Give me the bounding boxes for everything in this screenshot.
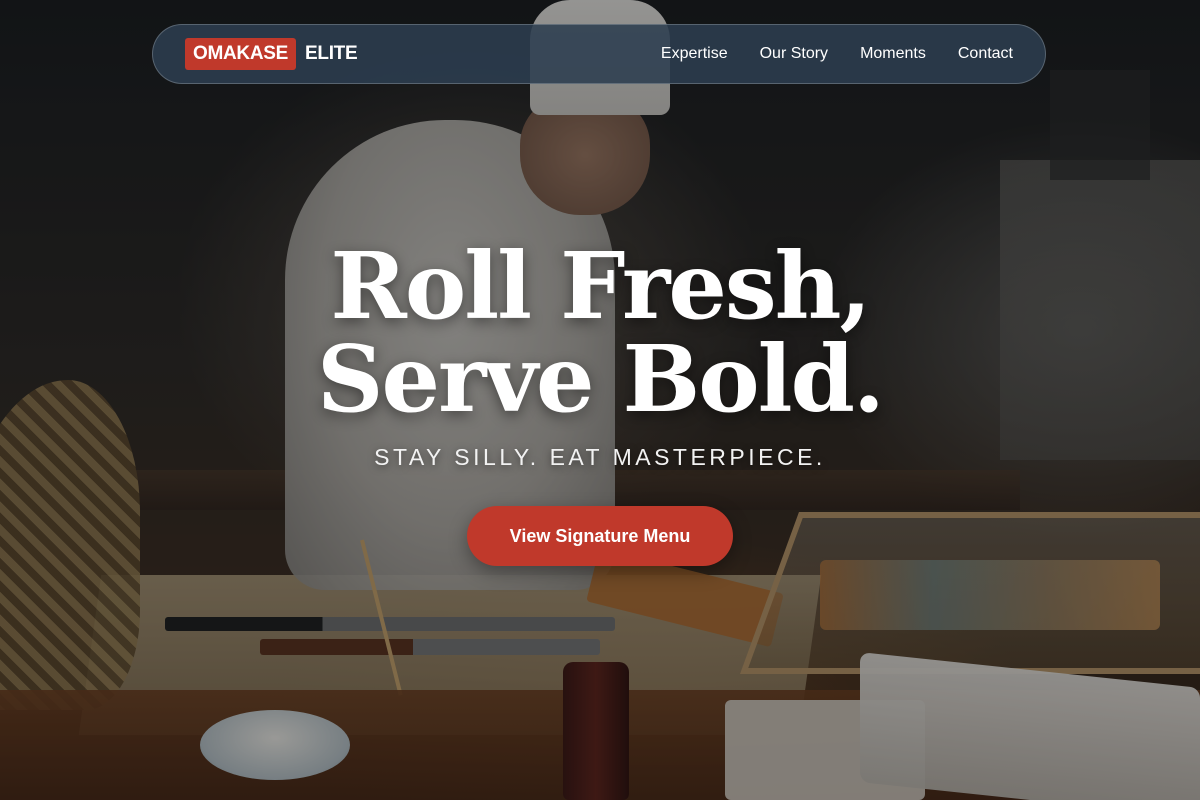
hero-section: OMAKASE ELITE Expertise Our Story Moment… [0,0,1200,800]
navigation-bar: OMAKASE ELITE Expertise Our Story Moment… [152,24,1046,84]
logo-main-text: OMAKASE [185,38,297,70]
nav-link-expertise[interactable]: Expertise [661,45,728,63]
nav-link-our-story[interactable]: Our Story [760,45,828,63]
view-signature-menu-button[interactable]: View Signature Menu [467,506,733,566]
hero-headline-line1: Roll Fresh, [330,232,871,340]
nav-link-moments[interactable]: Moments [860,45,926,63]
logo-sub-text: ELITE [305,43,358,64]
nav-links: Expertise Our Story Moments Contact [661,45,1013,63]
hero-tagline: STAY SILLY. EAT MASTERPIECE. [374,444,826,470]
brand-logo[interactable]: OMAKASE ELITE [185,38,358,70]
hero-headline: Roll Fresh, Serve Bold. [0,240,1200,426]
hero-headline-line2: Serve Bold. [317,325,885,433]
nav-link-contact[interactable]: Contact [958,45,1013,63]
